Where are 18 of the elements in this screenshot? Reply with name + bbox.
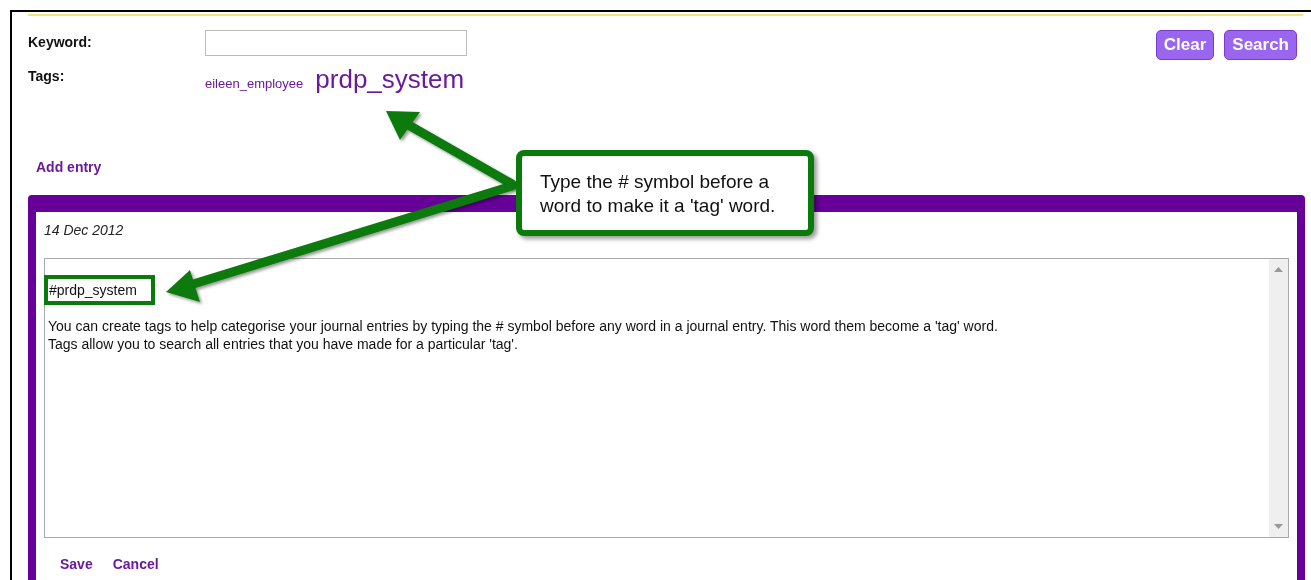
scroll-down-icon[interactable] [1274, 524, 1283, 529]
keyword-field[interactable] [205, 30, 467, 56]
action-button[interactable]: Search [1224, 30, 1297, 60]
scrollbar[interactable] [1269, 259, 1288, 537]
tag-link[interactable]: eileen_employee [205, 76, 304, 91]
action-button[interactable]: Clear [1155, 30, 1215, 60]
tag-link[interactable]: prdp_system [315, 64, 465, 95]
keyword-label: Keyword: [28, 34, 93, 50]
entry-text-area[interactable] [44, 258, 1289, 538]
entry-text-line: Tags allow you to search all entries that you have made for a particular 'tag'. [48, 335, 519, 353]
entry-text-line: You can create tags to help categorise your journal entries by typing the # symbol before any word in a journal entry. This word them become a 'tag' word. [48, 317, 999, 335]
entry-action-link[interactable]: Save [60, 556, 93, 572]
entry-date: 14 Dec 2012 [44, 222, 125, 238]
entry-action-link[interactable]: Cancel [112, 556, 159, 572]
callout-note: Type the # symbol before a word to make it a 'tag' word. [516, 150, 814, 236]
scroll-up-icon[interactable] [1274, 267, 1283, 272]
hashtag-text: #prdp_system [44, 275, 155, 305]
tags-label: Tags: [28, 68, 66, 84]
